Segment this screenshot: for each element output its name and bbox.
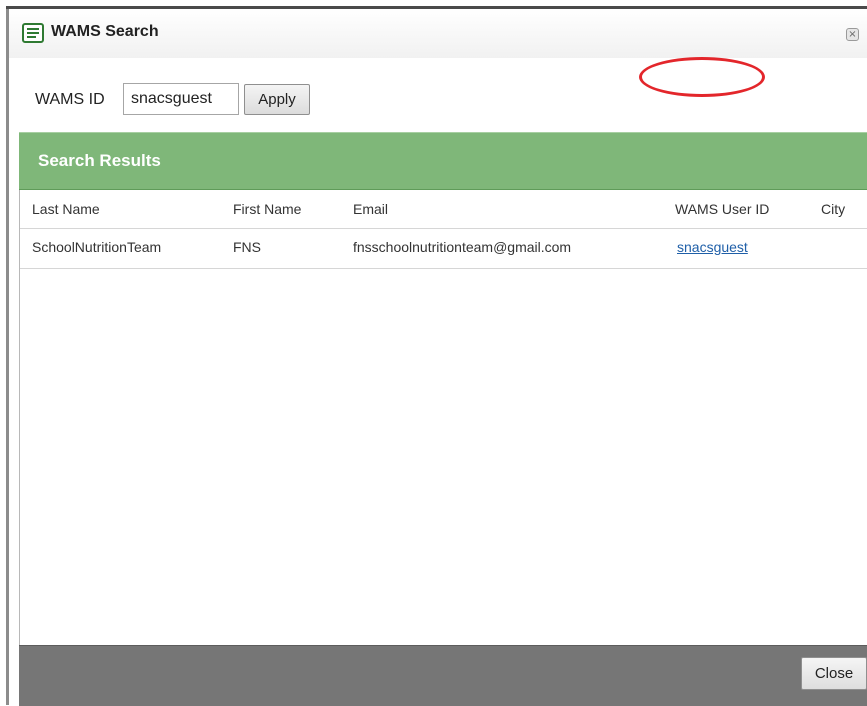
column-header-first-name[interactable]: First Name [233, 201, 301, 217]
dialog-titlebar: WAMS Search × [9, 9, 867, 59]
search-results-title: Search Results [38, 151, 161, 170]
column-header-email[interactable]: Email [353, 201, 388, 217]
table-row[interactable]: SchoolNutritionTeam FNS fnsschoolnutriti… [20, 228, 867, 269]
close-icon[interactable]: × [846, 28, 859, 41]
wams-id-label: WAMS ID [35, 91, 105, 108]
column-header-city[interactable]: City [821, 201, 845, 217]
apply-button[interactable]: Apply [244, 84, 310, 115]
dialog-footer: Close [19, 645, 867, 706]
cell-email: fnsschoolnutritionteam@gmail.com [353, 239, 572, 255]
cell-first-name: FNS [233, 239, 261, 255]
results-grid: Last Name First Name Email WAMS User ID … [19, 190, 867, 645]
wams-id-input[interactable] [123, 83, 239, 115]
background-window-strip [0, 0, 867, 9]
column-header-last-name[interactable]: Last Name [32, 201, 100, 217]
close-button[interactable]: Close [801, 657, 867, 690]
column-header-wams-user-id[interactable]: WAMS User ID [675, 201, 769, 217]
search-results-header: Search Results [19, 132, 867, 190]
list-document-icon [22, 23, 44, 43]
dialog-title: WAMS Search [51, 23, 159, 40]
highlight-circle-annotation [639, 57, 765, 97]
cell-last-name: SchoolNutritionTeam [32, 239, 162, 255]
grid-column-headers: Last Name First Name Email WAMS User ID … [20, 190, 867, 229]
wams-user-id-link[interactable]: snacsguest [677, 239, 748, 255]
wams-search-dialog: WAMS Search × WAMS ID Apply Search Resul… [6, 9, 867, 706]
